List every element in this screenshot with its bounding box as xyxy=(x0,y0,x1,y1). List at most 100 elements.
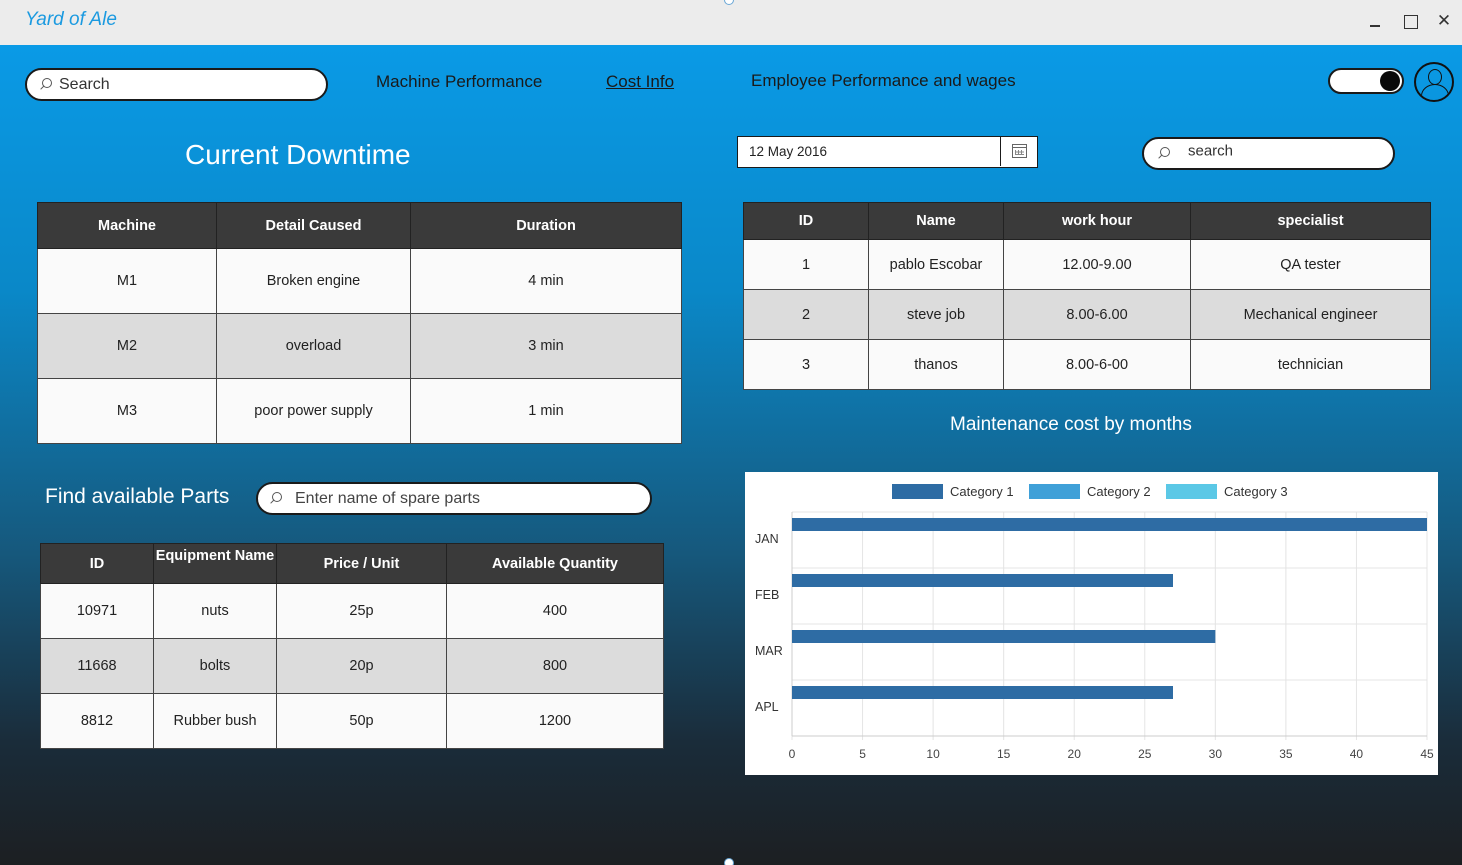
search-icon xyxy=(270,491,282,504)
table-cell: bolts xyxy=(153,638,277,694)
table-cell: QA tester xyxy=(1190,239,1431,290)
legend-swatch xyxy=(1029,484,1080,499)
column-header: specialist xyxy=(1190,202,1431,240)
table-cell: M2 xyxy=(37,313,217,379)
x-tick-label: 15 xyxy=(997,747,1011,761)
table-cell: 12.00-9.00 xyxy=(1003,239,1191,290)
date-value: 12 May 2016 xyxy=(749,144,828,159)
nav-machine-performance[interactable]: Machine Performance xyxy=(376,72,542,92)
table-row[interactable]: M3 poor power supply 1 min xyxy=(37,378,682,444)
close-button[interactable]: ✕ xyxy=(1433,10,1455,32)
nav-employee-performance[interactable]: Employee Performance and wages xyxy=(751,71,1016,91)
table-cell: steve job xyxy=(868,289,1004,340)
downtime-table: Machine Detail Caused Duration M1 Broken… xyxy=(37,202,682,444)
column-header: Available Quantity xyxy=(446,543,664,584)
x-tick-label: 20 xyxy=(1068,747,1082,761)
search-icon xyxy=(1158,146,1170,159)
table-row[interactable]: 11668 bolts 20p 800 xyxy=(40,638,664,694)
table-header-row: ID Equipment Name Price / Unit Available… xyxy=(40,543,664,584)
parts-search-placeholder: Enter name of spare parts xyxy=(295,489,480,507)
table-cell: 50p xyxy=(276,693,447,749)
employee-search-placeholder: search xyxy=(1188,142,1234,160)
table-cell: Rubber bush xyxy=(153,693,277,749)
x-tick-label: 35 xyxy=(1279,747,1293,761)
chart-title: Maintenance cost by months xyxy=(950,414,1192,435)
table-cell: 20p xyxy=(276,638,447,694)
table-row[interactable]: 8812 Rubber bush 50p 1200 xyxy=(40,693,664,749)
table-header-row: Machine Detail Caused Duration xyxy=(37,202,682,249)
table-cell: 3 min xyxy=(410,313,682,379)
table-cell: 8812 xyxy=(40,693,154,749)
column-header: Duration xyxy=(410,202,682,249)
y-tick-label: JAN xyxy=(755,532,779,546)
global-search-input[interactable]: Search xyxy=(25,68,328,101)
table-cell: overload xyxy=(216,313,411,379)
downtime-title: Current Downtime xyxy=(185,139,411,170)
y-tick-label: APL xyxy=(755,700,779,714)
parts-search-input[interactable]: Enter name of spare parts xyxy=(256,482,652,515)
table-cell: Mechanical engineer xyxy=(1190,289,1431,340)
table-cell: 10971 xyxy=(40,583,154,639)
table-cell: M3 xyxy=(37,378,217,444)
bar-apl xyxy=(792,686,1173,699)
x-tick-label: 45 xyxy=(1420,747,1434,761)
legend-label: Category 1 xyxy=(950,484,1014,499)
x-tick-label: 5 xyxy=(859,747,866,761)
column-header: Equipment Name xyxy=(153,543,277,584)
table-row[interactable]: 3 thanos 8.00-6-00 technician xyxy=(743,339,1431,390)
chart-svg: 0 5 10 15 20 25 30 35 40 45 JAN FEB MAR APL Category 1… xyxy=(755,484,1434,761)
table-header-row: ID Name work hour specialist xyxy=(743,202,1431,240)
nav-cost-info[interactable]: Cost Info xyxy=(606,72,674,92)
y-tick-label: MAR xyxy=(755,644,783,658)
parts-title: Find available Parts xyxy=(45,485,230,508)
table-cell: 25p xyxy=(276,583,447,639)
x-tick-label: 30 xyxy=(1209,747,1223,761)
table-row[interactable]: M1 Broken engine 4 min xyxy=(37,248,682,314)
table-row[interactable]: 1 pablo Escobar 12.00-9.00 QA tester xyxy=(743,239,1431,290)
date-picker[interactable]: 12 May 2016 xyxy=(737,136,1038,168)
table-row[interactable]: 2 steve job 8.00-6.00 Mechanical enginee… xyxy=(743,289,1431,340)
column-header: Price / Unit xyxy=(276,543,447,584)
avatar-head xyxy=(1428,69,1442,85)
table-cell: 1200 xyxy=(446,693,664,749)
resize-handle-bottom[interactable] xyxy=(724,858,734,865)
table-cell: pablo Escobar xyxy=(868,239,1004,290)
table-row[interactable]: M2 overload 3 min xyxy=(37,313,682,379)
x-tick-label: 25 xyxy=(1138,747,1152,761)
column-header: ID xyxy=(40,543,154,584)
legend-label: Category 2 xyxy=(1087,484,1151,499)
theme-toggle[interactable] xyxy=(1328,68,1404,94)
table-cell: 8.00-6-00 xyxy=(1003,339,1191,390)
x-tick-label: 10 xyxy=(926,747,940,761)
maintenance-cost-chart: 0 5 10 15 20 25 30 35 40 45 JAN FEB MAR APL Category 1… xyxy=(745,472,1438,775)
app-title: Yard of Ale xyxy=(25,9,117,30)
table-cell: 2 xyxy=(743,289,869,340)
table-cell: nuts xyxy=(153,583,277,639)
legend-swatch xyxy=(1166,484,1217,499)
employee-search-input[interactable]: search xyxy=(1142,137,1395,170)
avatar-body xyxy=(1421,84,1449,100)
bar-mar xyxy=(792,630,1216,643)
table-cell: 3 xyxy=(743,339,869,390)
calendar-button[interactable] xyxy=(1000,137,1037,166)
minimize-button[interactable] xyxy=(1364,10,1386,32)
table-cell: 800 xyxy=(446,638,664,694)
title-bar: Yard of Ale ✕ xyxy=(0,0,1462,45)
table-row[interactable]: 10971 nuts 25p 400 xyxy=(40,583,664,639)
column-header: Detail Caused xyxy=(216,202,411,249)
x-tick-label: 0 xyxy=(789,747,796,761)
search-icon xyxy=(40,77,52,90)
table-cell: 8.00-6.00 xyxy=(1003,289,1191,340)
column-header: ID xyxy=(743,202,869,240)
bar-jan xyxy=(792,518,1427,531)
maximize-button[interactable] xyxy=(1399,10,1421,32)
parts-table: ID Equipment Name Price / Unit Available… xyxy=(40,543,664,749)
column-header: work hour xyxy=(1003,202,1191,240)
y-tick-label: FEB xyxy=(755,588,779,602)
legend-swatch xyxy=(892,484,943,499)
search-placeholder: Search xyxy=(59,75,110,93)
table-cell: 1 xyxy=(743,239,869,290)
user-avatar-icon[interactable] xyxy=(1414,62,1454,102)
table-cell: 11668 xyxy=(40,638,154,694)
toggle-knob xyxy=(1380,71,1400,91)
